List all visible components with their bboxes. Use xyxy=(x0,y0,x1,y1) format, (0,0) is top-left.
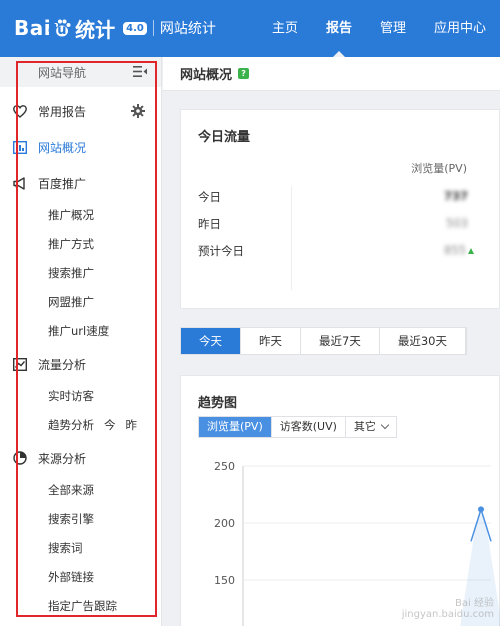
tab-last-7-days[interactable]: 最近7天 xyxy=(301,328,380,354)
tab-today[interactable]: 今天 xyxy=(181,328,241,354)
metric-tabs: 浏览量(PV) 访客数(UV) 其它 xyxy=(198,416,397,438)
sidebar: 网站导航 常用报告 网站概况 百度推广 推广概况 推广方式 搜索推广 网盟推广 … xyxy=(0,57,162,626)
sidebar-item-baidu-promotion[interactable]: 百度推广 xyxy=(0,165,161,201)
tab-last-30-days[interactable]: 最近30天 xyxy=(380,328,466,354)
page-title: 网站概况 xyxy=(180,68,233,83)
traffic-row-forecast: 预计今日 855 xyxy=(198,239,478,263)
column-header-pv: 浏览量(PV) xyxy=(411,162,467,175)
sidebar-subitem-network-promotion[interactable]: 网盟推广 xyxy=(0,288,161,317)
sidebar-subitem-all-sources[interactable]: 全部来源 xyxy=(0,476,161,505)
row-label: 昨日 xyxy=(198,217,221,231)
y-tick-label: 250 xyxy=(214,460,235,473)
gear-icon[interactable] xyxy=(131,104,145,118)
metric-tab-other[interactable]: 其它 xyxy=(346,417,396,437)
sidebar-subitem-realtime-visitors[interactable]: 实时访客 xyxy=(0,382,161,411)
sidebar-item-common-reports[interactable]: 常用报告 xyxy=(0,93,161,129)
pie-chart-icon xyxy=(12,450,28,466)
nav-home[interactable]: 主页 xyxy=(258,0,312,57)
main-content: 网站概况 ? 今日流量 浏览量(PV) 今日 737 昨日 503 预计今日 8… xyxy=(163,57,500,626)
traffic-row-yesterday: 昨日 503 xyxy=(198,212,478,236)
watermark-line-2: jingyan.baidu.com xyxy=(401,609,494,620)
row-value: 503 xyxy=(446,216,468,230)
version-badge: 4.0 xyxy=(123,21,147,35)
heart-icon xyxy=(12,103,28,119)
site-title: 网站统计 xyxy=(159,21,216,37)
row-value: 855 xyxy=(444,243,466,257)
watermark-line-1: Bai 经验 xyxy=(455,598,494,609)
card-title: 趋势图 xyxy=(198,396,238,411)
baidu-tongji-logo[interactable]: Bai du 统计 4.0 网站统计 xyxy=(14,14,216,42)
sidebar-item-label: 百度推广 xyxy=(38,176,87,191)
traffic-row-today: 今日 737 xyxy=(198,185,478,209)
tab-yesterday[interactable]: 昨天 xyxy=(241,328,301,354)
y-tick-label: 150 xyxy=(214,574,235,587)
sidebar-subitem-trend-analysis[interactable]: 趋势分析今昨 xyxy=(0,411,161,440)
nav-app-center[interactable]: 应用中心 xyxy=(420,0,500,57)
main-nav: 主页 报告 管理 应用中心 xyxy=(258,0,500,57)
period-tabs: 今天 昨天 最近7天 最近30天 xyxy=(180,327,467,355)
sidebar-subitem-promotion-methods[interactable]: 推广方式 xyxy=(0,230,161,259)
sidebar-item-site-overview[interactable]: 网站概况 xyxy=(0,129,161,165)
sidebar-item-label: 来源分析 xyxy=(38,451,87,466)
sidebar-item-label: 常用报告 xyxy=(38,104,87,119)
today-traffic-card: 今日流量 浏览量(PV) 今日 737 昨日 503 预计今日 855 xyxy=(180,109,500,309)
row-label: 今日 xyxy=(198,190,221,204)
sidebar-header: 网站导航 xyxy=(0,57,161,87)
quick-link-today[interactable]: 今 xyxy=(104,418,116,432)
watermark: Bai 经验 jingyan.baidu.com xyxy=(402,594,494,620)
quick-link-yesterday[interactable]: 昨 xyxy=(126,418,138,432)
overview-icon xyxy=(12,139,28,155)
sidebar-item-label: 流量分析 xyxy=(38,357,87,372)
collapse-menu-icon[interactable] xyxy=(133,66,147,77)
logo-text-tongji: 统计 xyxy=(75,17,116,42)
y-tick-label: 200 xyxy=(214,517,235,530)
sidebar-title: 网站导航 xyxy=(38,65,87,80)
card-title: 今日流量 xyxy=(198,130,251,145)
sidebar-subitem-external-links[interactable]: 外部链接 xyxy=(0,563,161,592)
sidebar-subitem-search-engines[interactable]: 搜索引擎 xyxy=(0,505,161,534)
sidebar-subitem-search-terms[interactable]: 搜索词 xyxy=(0,534,161,563)
nav-reports[interactable]: 报告 xyxy=(312,0,366,57)
metric-tab-pv[interactable]: 浏览量(PV) xyxy=(199,417,272,437)
metric-tab-other-label: 其它 xyxy=(353,420,376,433)
logo-divider xyxy=(152,20,154,36)
sidebar-subitem-search-promotion[interactable]: 搜索推广 xyxy=(0,259,161,288)
logo-text-bai: Bai xyxy=(14,16,52,40)
sidebar-item-traffic-analysis[interactable]: 流量分析 xyxy=(0,346,161,382)
sidebar-item-label: 网站概况 xyxy=(38,140,87,155)
row-value-wrap: 855 xyxy=(444,243,474,257)
trend-chart-card: 趋势图 浏览量(PV) 访客数(UV) 其它 250 200 150 xyxy=(180,375,500,626)
sidebar-item-source-analysis[interactable]: 来源分析 xyxy=(0,440,161,476)
help-badge-icon[interactable]: ? xyxy=(238,68,250,79)
top-navbar: Bai du 统计 4.0 网站统计 主页 报告 管理 应用中心 xyxy=(0,0,500,57)
sidebar-subitem-label: 趋势分析 xyxy=(48,418,94,432)
sidebar-subitem-ad-tracking[interactable]: 指定广告跟踪 xyxy=(0,592,161,621)
page-title-bar: 网站概况 ? xyxy=(163,57,500,91)
sidebar-subitem-promotion-overview[interactable]: 推广概况 xyxy=(0,201,161,230)
series-point xyxy=(478,506,484,513)
line-chart-icon xyxy=(12,356,28,372)
row-label: 预计今日 xyxy=(198,244,244,258)
megaphone-icon xyxy=(12,175,28,191)
sidebar-subitem-promotion-url-speed[interactable]: 推广url速度 xyxy=(0,317,161,346)
logo-text-du: du xyxy=(48,23,67,38)
chevron-down-icon xyxy=(380,420,390,430)
trend-up-icon xyxy=(468,247,474,254)
metric-tab-uv[interactable]: 访客数(UV) xyxy=(272,417,346,437)
row-value: 737 xyxy=(443,189,468,203)
nav-manage[interactable]: 管理 xyxy=(366,0,420,57)
